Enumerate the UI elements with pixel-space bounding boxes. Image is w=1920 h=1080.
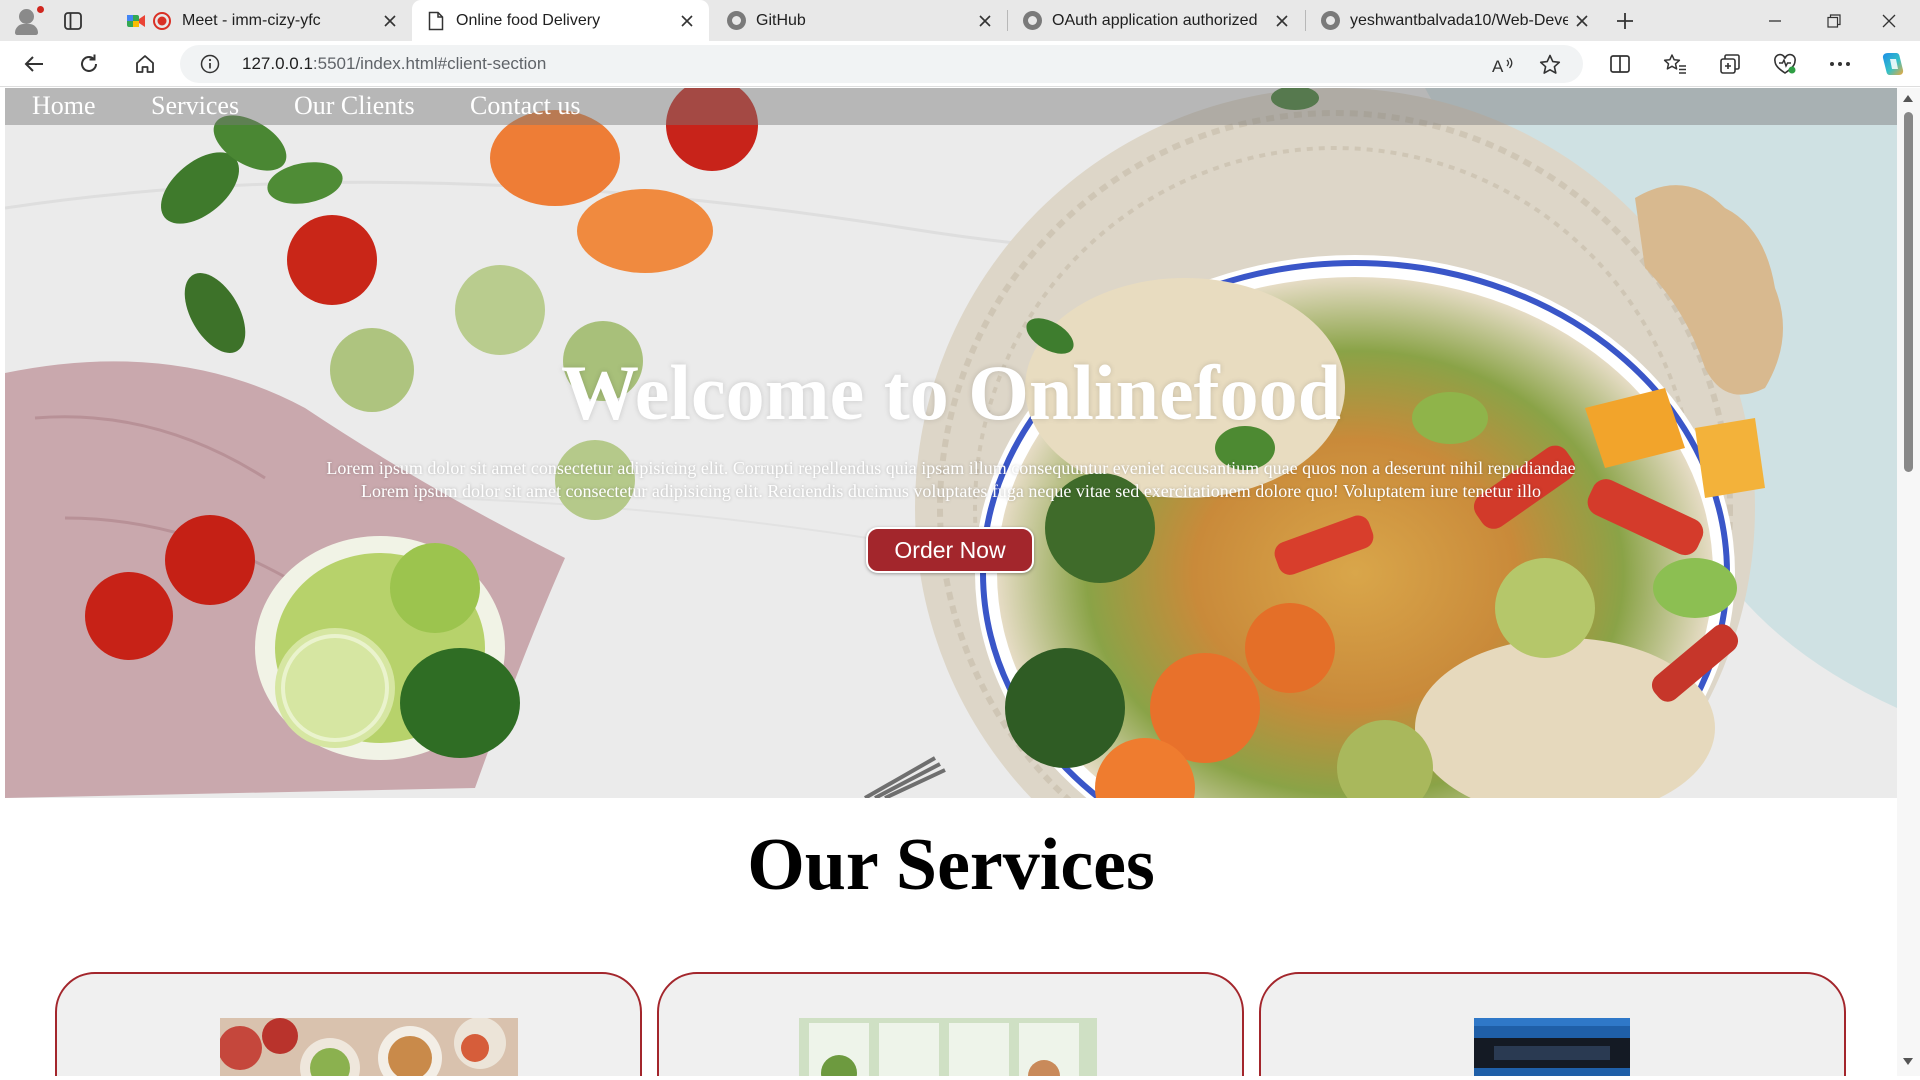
- service-image: [220, 1018, 518, 1076]
- favorites-icon[interactable]: [1660, 49, 1690, 79]
- restore-icon[interactable]: [1819, 6, 1849, 36]
- collections-icon[interactable]: [1715, 49, 1745, 79]
- scroll-up-icon[interactable]: [1903, 95, 1913, 102]
- back-icon[interactable]: [19, 49, 49, 79]
- service-card[interactable]: [1259, 972, 1846, 1076]
- tab-oauth[interactable]: OAuth application authorized: [1008, 0, 1304, 41]
- tab-title: Online food Delivery: [456, 11, 601, 29]
- refresh-icon[interactable]: [74, 49, 104, 79]
- tab-online-food[interactable]: Online food Delivery: [412, 0, 709, 41]
- service-image: [1474, 1018, 1630, 1076]
- github-icon: [1320, 11, 1340, 31]
- tab-title: Meet - imm-cizy-yfc: [182, 11, 321, 29]
- close-icon[interactable]: [376, 7, 404, 35]
- page-scrollbar[interactable]: [1897, 88, 1920, 1076]
- recording-icon: [152, 11, 172, 31]
- nav-link-home[interactable]: Home: [32, 91, 96, 121]
- url-text[interactable]: 127.0.0.1:5501/index.html#client-section: [242, 54, 546, 74]
- services-heading: Our Services: [747, 824, 1155, 906]
- scroll-down-icon[interactable]: [1903, 1058, 1913, 1065]
- address-bar[interactable]: 127.0.0.1:5501/index.html#client-section…: [180, 45, 1583, 83]
- nav-link-contact[interactable]: Contact us: [470, 91, 581, 121]
- nav-link-services[interactable]: Services: [151, 91, 239, 121]
- home-icon[interactable]: [130, 49, 160, 79]
- hero-title: Welcome to Onlinefood: [561, 349, 1341, 436]
- hero-paragraph: Lorem ipsum dolor sit amet consectetur a…: [326, 458, 1576, 478]
- hero-paragraph: Lorem ipsum dolor sit amet consectetur a…: [360, 481, 1542, 501]
- github-icon: [1022, 11, 1042, 31]
- split-screen-icon[interactable]: [1605, 49, 1635, 79]
- minimize-icon[interactable]: [1760, 6, 1790, 36]
- tab-title: OAuth application authorized: [1052, 11, 1258, 29]
- tab-bar: Meet - imm-cizy-yfc Online food Delivery…: [0, 0, 1920, 41]
- service-card[interactable]: [55, 972, 642, 1076]
- close-icon[interactable]: [673, 7, 701, 35]
- browser-essentials-icon[interactable]: [1770, 49, 1800, 79]
- tab-title: GitHub: [756, 11, 806, 29]
- favorite-star-icon[interactable]: [1538, 53, 1566, 81]
- nav-link-clients[interactable]: Our Clients: [294, 91, 415, 121]
- tab-repository[interactable]: yeshwantbalvada10/Web-Develo: [1306, 0, 1604, 41]
- url-path: :5501/index.html#client-section: [312, 54, 547, 73]
- hero-food-photo: [5, 88, 1897, 798]
- tab-title: yeshwantbalvada10/Web-Develo: [1350, 11, 1568, 29]
- close-icon[interactable]: [1568, 7, 1596, 35]
- hero-section: Home Services Our Clients Contact us Wel…: [5, 88, 1897, 798]
- meet-icon: [126, 11, 146, 31]
- profile-avatar-icon[interactable]: [10, 4, 46, 38]
- close-icon[interactable]: [971, 7, 999, 35]
- scrollbar-thumb[interactable]: [1904, 112, 1913, 472]
- tab-meet[interactable]: Meet - imm-cizy-yfc: [112, 0, 412, 41]
- close-window-icon[interactable]: [1874, 6, 1904, 36]
- more-options-icon[interactable]: [1825, 49, 1855, 79]
- copilot-icon[interactable]: [1878, 49, 1908, 79]
- service-card[interactable]: [657, 972, 1244, 1076]
- svg-text:A: A: [1492, 57, 1504, 76]
- order-now-button[interactable]: Order Now: [866, 527, 1034, 573]
- service-image: [799, 1018, 1097, 1076]
- page-viewport[interactable]: Home Services Our Clients Contact us Wel…: [5, 88, 1897, 1076]
- browser-toolbar: 127.0.0.1:5501/index.html#client-section…: [0, 41, 1920, 87]
- tab-github[interactable]: GitHub: [712, 0, 1007, 41]
- tab-actions-icon[interactable]: [60, 8, 86, 34]
- site-info-icon[interactable]: [200, 54, 220, 74]
- read-aloud-icon[interactable]: A: [1490, 53, 1518, 81]
- github-icon: [726, 11, 746, 31]
- url-host: 127.0.0.1: [242, 54, 313, 73]
- site-navbar: Home Services Our Clients Contact us: [5, 88, 1897, 125]
- new-tab-icon[interactable]: [1610, 6, 1640, 36]
- page-icon: [426, 11, 446, 31]
- close-icon[interactable]: [1268, 7, 1296, 35]
